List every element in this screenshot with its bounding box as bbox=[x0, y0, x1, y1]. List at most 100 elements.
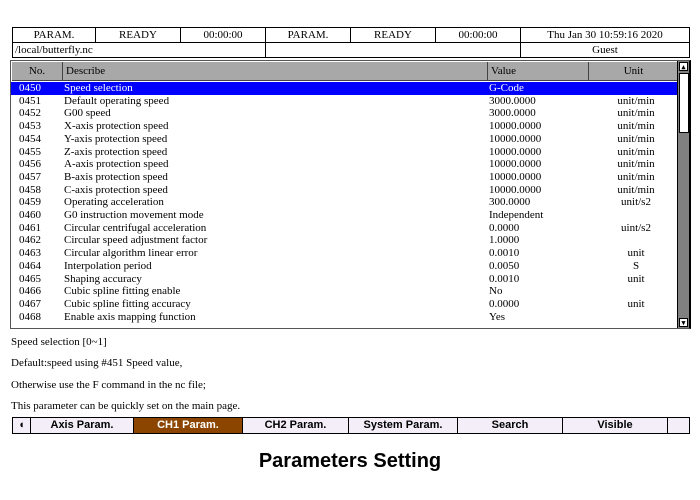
caption: Parameters Setting bbox=[258, 450, 442, 472]
table-row[interactable]: 0456 A-axis protection speed 10000.0000 uni… bbox=[11, 158, 679, 171]
param-description: Z-axis protection speed bbox=[64, 145, 168, 158]
header-unit: Unit bbox=[589, 62, 679, 81]
param-description: Cubic spline fitting enable bbox=[64, 285, 181, 298]
param-description: Enable axis mapping function bbox=[64, 310, 196, 323]
table-row[interactable]: 0453 X-axis protection speed 10000.0000 uni… bbox=[11, 120, 679, 133]
header-no: No. bbox=[12, 62, 63, 81]
param-unit: unit bbox=[627, 247, 645, 260]
param-number: 0454 bbox=[19, 132, 41, 145]
channel2-state: READY bbox=[350, 27, 436, 43]
scroll-down-icon[interactable]: ▼ bbox=[679, 318, 688, 327]
table-row[interactable]: 0455 Z-axis protection speed 10000.0000 uni… bbox=[11, 146, 679, 159]
description-line: Otherwise use the F command in the nc fi… bbox=[11, 379, 206, 391]
param-unit: unit/min bbox=[617, 107, 655, 120]
param-number: 0465 bbox=[19, 272, 41, 285]
param-number: 0468 bbox=[19, 310, 41, 323]
param-unit: unit/min bbox=[617, 170, 655, 183]
param-description: Operating acceleration bbox=[64, 196, 164, 209]
scrollbar-thumb[interactable] bbox=[679, 73, 689, 133]
param-value: 0.0000 bbox=[489, 297, 520, 310]
param-number: 0453 bbox=[19, 120, 41, 133]
param-number: 0456 bbox=[19, 158, 41, 171]
param-number: 0460 bbox=[19, 209, 41, 221]
param-number: 0462 bbox=[19, 234, 41, 247]
table-row[interactable]: 0466 Cubic spline fitting enable No bbox=[11, 285, 679, 298]
search-button[interactable]: Search bbox=[457, 417, 563, 434]
channel1-mode: PARAM. bbox=[12, 27, 96, 43]
param-description: G0 instruction movement mode bbox=[64, 209, 204, 221]
description-line: Default:speed using #451 Speed value, bbox=[11, 357, 183, 369]
param-number: 0463 bbox=[19, 247, 41, 260]
param-value: 0.0010 bbox=[489, 272, 520, 285]
header-describe: Describe bbox=[63, 62, 488, 81]
param-number: 0452 bbox=[19, 107, 41, 120]
back-button[interactable]: ◖ bbox=[12, 417, 31, 434]
status-empty bbox=[265, 42, 521, 58]
channel1-state: READY bbox=[95, 27, 181, 43]
param-description: A-axis protection speed bbox=[64, 158, 169, 171]
param-unit: uint/s2 bbox=[621, 221, 651, 234]
param-number: 0455 bbox=[19, 145, 41, 158]
table-row[interactable]: 0462 Circular speed adjustment factor 1.00… bbox=[11, 234, 679, 247]
param-unit: unit/min bbox=[617, 183, 655, 196]
visible-button[interactable]: Visible bbox=[562, 417, 668, 434]
param-value: 10000.0000 bbox=[489, 120, 542, 133]
table-row[interactable]: 0458 C-axis protection speed 10000.0000 uni… bbox=[11, 184, 679, 197]
param-description: Speed selection bbox=[64, 82, 133, 94]
param-description: Interpolation period bbox=[64, 259, 152, 272]
param-number: 0458 bbox=[19, 183, 41, 196]
param-value: 0.0010 bbox=[489, 247, 520, 260]
param-number: 0466 bbox=[19, 285, 41, 298]
param-value: 10000.0000 bbox=[489, 183, 542, 196]
table-row[interactable]: 0457 B-axis protection speed 10000.0000 uni… bbox=[11, 171, 679, 184]
param-number: 0459 bbox=[19, 196, 41, 209]
description-line: Speed selection [0~1] bbox=[11, 336, 107, 348]
table-row[interactable]: 0461 Circular centrifugal acceleration 0.0… bbox=[11, 222, 679, 235]
param-value: 3000.0000 bbox=[489, 94, 536, 107]
table-row[interactable]: 0463 Circular algorithm linear error 0.001… bbox=[11, 247, 679, 260]
scrollbar[interactable]: ▲ ▼ bbox=[677, 61, 689, 328]
table-row[interactable]: 0451 Default operating speed 3000.0000 unit… bbox=[11, 95, 679, 108]
param-number: 0464 bbox=[19, 259, 41, 272]
param-description: G00 speed bbox=[64, 107, 111, 120]
param-description: Default operating speed bbox=[64, 94, 170, 107]
table-row[interactable]: 0454 Y-axis protection speed 10000.0000 uni… bbox=[11, 133, 679, 146]
next-button[interactable] bbox=[667, 417, 690, 434]
scroll-up-icon[interactable]: ▲ bbox=[679, 62, 688, 71]
table-row[interactable]: 0468 Enable axis mapping function Yes bbox=[11, 311, 679, 324]
param-unit: unit/min bbox=[617, 132, 655, 145]
param-description: Shaping accuracy bbox=[64, 272, 142, 285]
table-row[interactable]: 0467 Cubic spline fitting accuracy 0.0000 u… bbox=[11, 298, 679, 311]
param-number: 0450 bbox=[19, 82, 41, 94]
table-row[interactable]: 0452 G00 speed 3000.0000 unit/min bbox=[11, 107, 679, 120]
param-number: 0461 bbox=[19, 221, 41, 234]
param-unit: unit/s2 bbox=[621, 196, 651, 209]
file-path: /local/butterfly.nc bbox=[12, 42, 266, 58]
param-value: 10000.0000 bbox=[489, 132, 542, 145]
param-description: B-axis protection speed bbox=[64, 170, 168, 183]
table-row[interactable]: 0465 Shaping accuracy 0.0010 unit bbox=[11, 273, 679, 286]
table-row[interactable]: 0459 Operating acceleration 300.0000 unit/s… bbox=[11, 196, 679, 209]
param-unit: unit/min bbox=[617, 94, 655, 107]
param-description: Circular speed adjustment factor bbox=[64, 234, 208, 247]
channel1-time: 00:00:00 bbox=[180, 27, 266, 43]
param-value: Independent bbox=[489, 209, 544, 221]
param-value: 1.0000 bbox=[489, 234, 520, 247]
param-value: 10000.0000 bbox=[489, 170, 542, 183]
channel2-mode: PARAM. bbox=[265, 27, 351, 43]
param-number: 0457 bbox=[19, 170, 41, 183]
table-row[interactable]: 0460 G0 instruction movement mode Independ… bbox=[11, 209, 679, 222]
table-row[interactable]: 0464 Interpolation period 0.0050 S bbox=[11, 260, 679, 273]
description-line: This parameter can be quickly set on the… bbox=[11, 400, 241, 412]
table-row[interactable]: 0450 Speed selection G-Code bbox=[11, 82, 679, 95]
param-value: No bbox=[489, 285, 503, 298]
axis-param-button[interactable]: Axis Param. bbox=[30, 417, 134, 434]
param-unit: unit/min bbox=[617, 145, 655, 158]
param-value: 0.0050 bbox=[489, 259, 520, 272]
param-number: 0451 bbox=[19, 94, 41, 107]
system-param-button[interactable]: System Param. bbox=[348, 417, 458, 434]
ch1-param-button[interactable]: CH1 Param. bbox=[133, 417, 243, 434]
param-unit: unit/min bbox=[617, 120, 655, 133]
ch2-param-button[interactable]: CH2 Param. bbox=[242, 417, 349, 434]
param-description: Circular algorithm linear error bbox=[64, 247, 198, 260]
